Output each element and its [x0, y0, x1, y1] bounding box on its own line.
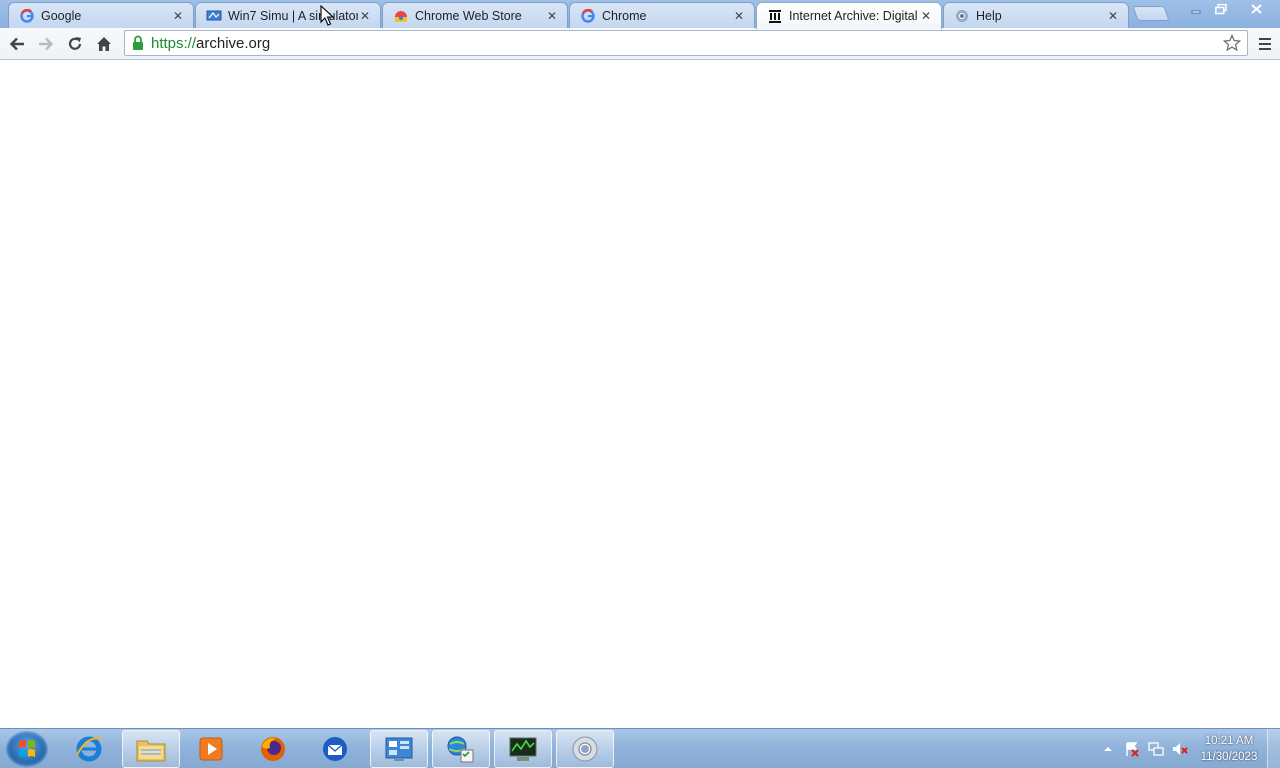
taskbar-task-manager[interactable] [494, 730, 552, 768]
taskbar-file-explorer[interactable] [122, 730, 180, 768]
chrome-icon [572, 736, 598, 762]
show-hidden-icons-icon[interactable] [1100, 741, 1116, 757]
mouse-cursor-icon [320, 5, 334, 26]
bookmark-star-icon[interactable] [1223, 34, 1241, 52]
tab-strip: Google ✕ Win7 Simu | A simulator ✕ Chrom… [0, 0, 1280, 29]
close-icon[interactable]: ✕ [919, 9, 933, 23]
webstore-icon [393, 8, 409, 24]
url-scheme: https:// [151, 34, 197, 52]
tab-chrome[interactable]: Chrome ✕ [569, 2, 755, 28]
close-icon[interactable]: ✕ [545, 9, 559, 23]
close-icon [1250, 4, 1262, 14]
tab-title: Help [976, 8, 1002, 23]
tab-win7simu[interactable]: Win7 Simu | A simulator ✕ [195, 2, 381, 28]
tab-chrome-web-store[interactable]: Chrome Web Store ✕ [382, 2, 568, 28]
google-icon [19, 8, 35, 24]
taskbar-firefox[interactable] [244, 730, 302, 768]
close-icon[interactable]: ✕ [171, 9, 185, 23]
windows-logo-icon [19, 740, 35, 757]
tab-help[interactable]: Help ✕ [943, 2, 1129, 28]
browser-toolbar: https:// archive.org [0, 28, 1280, 60]
taskbar-control-panel[interactable] [370, 730, 428, 768]
show-desktop-button[interactable] [1267, 729, 1280, 768]
close-icon[interactable]: ✕ [1106, 9, 1120, 23]
page-content[interactable] [0, 61, 1280, 728]
file-explorer-icon [136, 740, 166, 762]
chrome-menu-button[interactable] [1254, 32, 1276, 56]
reload-button[interactable] [63, 32, 87, 56]
back-arrow-icon [9, 37, 24, 51]
forward-arrow-icon [39, 37, 54, 51]
tab-title: Chrome [602, 8, 647, 23]
restore-button[interactable] [1208, 0, 1234, 18]
chrome-help-icon [954, 8, 970, 24]
taskbar: 10:21 AM 11/30/2023 [0, 728, 1280, 768]
minimize-icon [1191, 10, 1201, 14]
new-tab-button[interactable] [1132, 6, 1170, 21]
tab-title: Win7 Simu | A simulator [228, 8, 358, 23]
forward-button[interactable] [34, 32, 58, 56]
menu-bar [1259, 43, 1271, 45]
clock-date: 11/30/2023 [1200, 751, 1258, 763]
tab-title: Chrome Web Store [415, 8, 522, 23]
internet-explorer-icon [76, 736, 103, 762]
firefox-icon [261, 737, 285, 761]
menu-bar [1259, 48, 1271, 50]
google-icon [580, 8, 596, 24]
tab-internet-archive[interactable]: Internet Archive: Digital L ✕ [756, 2, 942, 29]
task-manager-icon [509, 737, 537, 761]
thunderbird-icon [323, 737, 347, 761]
home-button[interactable] [92, 32, 116, 56]
url-host: archive.org [196, 34, 271, 52]
taskbar-chrome[interactable] [556, 730, 614, 768]
network-icon [447, 736, 474, 763]
win7simu-icon [206, 8, 222, 24]
back-button[interactable] [5, 32, 29, 56]
menu-bar [1259, 38, 1271, 40]
reload-icon [68, 37, 82, 50]
taskbar-internet-explorer[interactable] [60, 730, 118, 768]
network-tray-icon[interactable] [1148, 741, 1164, 757]
volume-muted-icon[interactable] [1172, 741, 1188, 757]
taskbar-network[interactable] [432, 730, 490, 768]
close-icon[interactable]: ✕ [358, 9, 372, 23]
minimize-button[interactable] [1183, 0, 1209, 18]
clock[interactable]: 10:21 AM 11/30/2023 [1196, 733, 1262, 765]
close-icon[interactable]: ✕ [732, 9, 746, 23]
address-bar[interactable]: https:// archive.org [124, 30, 1248, 56]
taskbar-media-player[interactable] [182, 730, 240, 768]
tab-google[interactable]: Google ✕ [8, 2, 194, 28]
tab-title: Internet Archive: Digital L [789, 9, 919, 23]
media-player-icon [199, 737, 223, 761]
restore-icon [1215, 3, 1227, 14]
action-center-flag-icon[interactable] [1124, 741, 1140, 757]
close-window-button[interactable] [1234, 0, 1278, 18]
archive-icon [767, 8, 783, 24]
lock-icon [133, 35, 143, 50]
taskbar-thunderbird[interactable] [306, 730, 364, 768]
start-button[interactable] [6, 731, 48, 767]
tab-title: Google [41, 8, 82, 23]
control-panel-icon [385, 737, 413, 761]
clock-time: 10:21 AM [1204, 735, 1254, 747]
home-icon [97, 37, 111, 51]
